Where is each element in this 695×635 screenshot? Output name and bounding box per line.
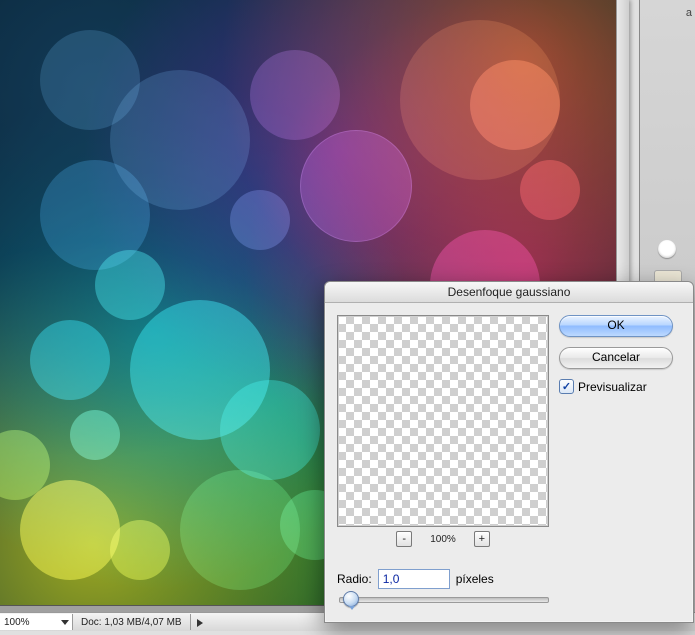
- dialog-title: Desenfoque gaussiano: [325, 282, 693, 303]
- color-swatch-icon[interactable]: [658, 240, 676, 258]
- truncated-label: a: [686, 7, 692, 19]
- preview-checkbox-label: Previsualizar: [578, 380, 647, 394]
- radius-row: Radio: píxeles: [337, 569, 494, 589]
- preview-zoom-controls: - 100% +: [337, 531, 549, 547]
- preview-zoom-value: 100%: [430, 534, 456, 545]
- zoom-out-button[interactable]: -: [396, 531, 412, 547]
- gaussian-blur-dialog: Desenfoque gaussiano - 100% + OK Cancela…: [324, 281, 694, 623]
- slider-track[interactable]: [339, 597, 549, 603]
- radius-input[interactable]: [378, 569, 450, 589]
- bokeh: [40, 160, 150, 270]
- bokeh: [70, 410, 120, 460]
- doc-info[interactable]: Doc: 1,03 MB/4,07 MB: [73, 614, 191, 630]
- bokeh: [300, 130, 412, 242]
- radius-unit: píxeles: [456, 572, 494, 586]
- bokeh: [110, 520, 170, 580]
- info-flyout-icon[interactable]: [197, 619, 203, 627]
- ok-button[interactable]: OK: [559, 315, 673, 337]
- bokeh: [230, 190, 290, 250]
- radius-label: Radio:: [337, 572, 372, 586]
- bokeh: [20, 480, 120, 580]
- bokeh: [250, 50, 340, 140]
- doc-label: Doc:: [81, 617, 102, 628]
- bokeh: [520, 160, 580, 220]
- preview-checkbox[interactable]: ✓: [559, 379, 574, 394]
- bokeh: [220, 380, 320, 480]
- slider-thumb[interactable]: [343, 591, 359, 607]
- cancel-button[interactable]: Cancelar: [559, 347, 673, 369]
- radius-slider[interactable]: [339, 597, 549, 603]
- bokeh: [30, 320, 110, 400]
- preview-checkbox-row[interactable]: ✓ Previsualizar: [559, 379, 681, 394]
- doc-size-value: 1,03 MB/4,07 MB: [104, 617, 181, 628]
- zoom-in-button[interactable]: +: [474, 531, 490, 547]
- filter-preview[interactable]: [337, 315, 549, 527]
- zoom-dropdown-icon[interactable]: [61, 620, 69, 625]
- bokeh: [470, 60, 560, 150]
- zoom-value: 100%: [4, 617, 30, 628]
- zoom-level[interactable]: 100%: [0, 614, 73, 630]
